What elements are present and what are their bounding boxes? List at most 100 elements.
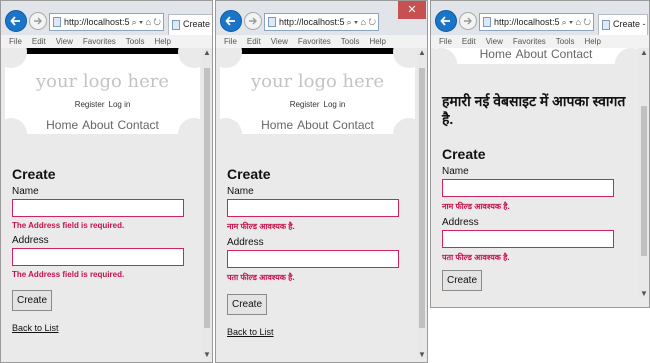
address-field[interactable] (442, 230, 614, 248)
scroll-down-icon[interactable]: ▼ (417, 350, 427, 359)
back-button[interactable] (5, 10, 27, 32)
page-viewport: Home About Contact हमारी नई वेबसाइट में आप… (435, 48, 637, 298)
name-field[interactable] (442, 179, 614, 197)
back-to-list-link[interactable]: Back to List (12, 323, 196, 333)
header-decoration (393, 48, 415, 68)
address-bar[interactable]: http://localhost:51 ⌕ ▾ ⌂ ↻ (49, 13, 164, 31)
address-error: पता फील्ड आवश्यक है. (227, 273, 295, 282)
address-label: Address (442, 217, 479, 228)
menu-help[interactable]: Help (584, 37, 600, 46)
address-bar[interactable]: http://localhost:51 ⌕ ▾ ⌂ ↻ (264, 13, 379, 31)
menu-file[interactable]: File (9, 37, 22, 46)
browser-window-hindi-welcome: http://localhost:51 ⌕ ▾ ⌂ ↻ Create - Fil… (430, 0, 650, 308)
menu-view[interactable]: View (486, 37, 503, 46)
back-button[interactable] (220, 10, 242, 32)
name-label: Name (227, 186, 254, 197)
name-label: Name (12, 186, 39, 197)
browser-tab[interactable]: Create - (168, 14, 213, 35)
nav-about[interactable]: About (297, 118, 328, 132)
menu-edit[interactable]: Edit (462, 37, 476, 46)
browser-window-english: http://localhost:51 ⌕ ▾ ⌂ ↻ Create - Fil… (0, 0, 213, 363)
nav-home[interactable]: Home (480, 48, 512, 61)
login-links: Register Log in (5, 100, 200, 109)
address-text: http://localhost:51 (64, 17, 135, 27)
address-error: पता फील्ड आवश्यक है. (442, 253, 510, 262)
login-links: Register Log in (220, 100, 415, 109)
scroll-thumb[interactable] (641, 106, 647, 256)
create-form: Create Name नाम फील्ड आवश्यक है. Address… (227, 166, 411, 337)
name-field[interactable] (12, 199, 184, 217)
menu-file[interactable]: File (224, 37, 237, 46)
back-button[interactable] (435, 10, 457, 32)
header-decoration (220, 48, 242, 68)
address-field[interactable] (227, 250, 399, 268)
tab-title: Create - (613, 19, 646, 29)
page-title: Create (442, 146, 486, 162)
vertical-scrollbar[interactable]: ▲ ▼ (639, 48, 649, 298)
menu-favorites[interactable]: Favorites (83, 37, 116, 46)
nav-home[interactable]: Home (261, 118, 293, 132)
address-bar[interactable]: http://localhost:51 ⌕ ▾ ⌂ ↻ (479, 13, 594, 31)
site-logo[interactable]: your logo here (220, 71, 415, 92)
vertical-scrollbar[interactable]: ▲ ▼ (417, 48, 427, 359)
menu-view[interactable]: View (56, 37, 73, 46)
menu-favorites[interactable]: Favorites (298, 37, 331, 46)
tab-title: Create - (183, 19, 213, 29)
menu-edit[interactable]: Edit (247, 37, 261, 46)
scroll-down-icon[interactable]: ▼ (202, 350, 212, 359)
scroll-thumb[interactable] (204, 68, 210, 328)
nav-contact[interactable]: Contact (333, 118, 374, 132)
site-header: your logo here Register Log in Home About C… (5, 48, 200, 150)
search-icon[interactable]: ⌕ ▾ ⌂ ↻ (129, 14, 161, 30)
scroll-up-icon[interactable]: ▲ (417, 48, 427, 57)
site-header: Home About Contact (435, 48, 637, 80)
register-link[interactable]: Register (290, 100, 320, 109)
nav-about[interactable]: About (82, 118, 113, 132)
menu-bar: File Edit View Favorites Tools Help (216, 35, 427, 48)
page-title: Create (227, 166, 271, 182)
main-nav: Home About Contact (220, 118, 415, 132)
menu-help[interactable]: Help (154, 37, 170, 46)
menu-tools[interactable]: Tools (126, 37, 145, 46)
create-button[interactable]: Create (12, 290, 52, 311)
forward-button[interactable] (244, 12, 262, 30)
back-to-list-link[interactable]: Back to List (227, 327, 411, 337)
forward-button[interactable] (29, 12, 47, 30)
login-link[interactable]: Log in (324, 100, 346, 109)
name-error: नाम फील्ड आवश्यक है. (227, 222, 295, 231)
menu-help[interactable]: Help (369, 37, 385, 46)
back-arrow-icon (440, 16, 450, 26)
scroll-thumb[interactable] (419, 68, 425, 328)
menu-tools[interactable]: Tools (556, 37, 575, 46)
address-label: Address (12, 235, 49, 246)
create-button[interactable]: Create (442, 270, 482, 291)
browser-tab[interactable]: Create - (598, 14, 648, 35)
scroll-down-icon[interactable]: ▼ (639, 289, 649, 298)
vertical-scrollbar[interactable]: ▲ ▼ (202, 48, 212, 359)
menu-edit[interactable]: Edit (32, 37, 46, 46)
site-logo[interactable]: your logo here (5, 71, 200, 92)
nav-home[interactable]: Home (46, 118, 78, 132)
scroll-up-icon[interactable]: ▲ (639, 48, 649, 57)
nav-contact[interactable]: Contact (551, 48, 592, 61)
menu-view[interactable]: View (271, 37, 288, 46)
page-icon (268, 17, 276, 27)
create-button[interactable]: Create (227, 294, 267, 315)
close-icon[interactable]: ✕ (398, 1, 426, 19)
nav-contact[interactable]: Contact (118, 118, 159, 132)
search-icon[interactable]: ⌕ ▾ ⌂ ↻ (559, 14, 591, 30)
menu-tools[interactable]: Tools (341, 37, 360, 46)
main-nav: Home About Contact (435, 48, 637, 61)
scroll-up-icon[interactable]: ▲ (202, 48, 212, 57)
search-icon[interactable]: ⌕ ▾ ⌂ ↻ (344, 14, 376, 30)
register-link[interactable]: Register (75, 100, 105, 109)
main-nav: Home About Contact (5, 118, 200, 132)
name-label: Name (442, 166, 469, 177)
forward-button[interactable] (459, 12, 477, 30)
menu-favorites[interactable]: Favorites (513, 37, 546, 46)
address-field[interactable] (12, 248, 184, 266)
nav-about[interactable]: About (516, 48, 547, 61)
menu-file[interactable]: File (439, 37, 452, 46)
login-link[interactable]: Log in (109, 100, 131, 109)
name-field[interactable] (227, 199, 399, 217)
